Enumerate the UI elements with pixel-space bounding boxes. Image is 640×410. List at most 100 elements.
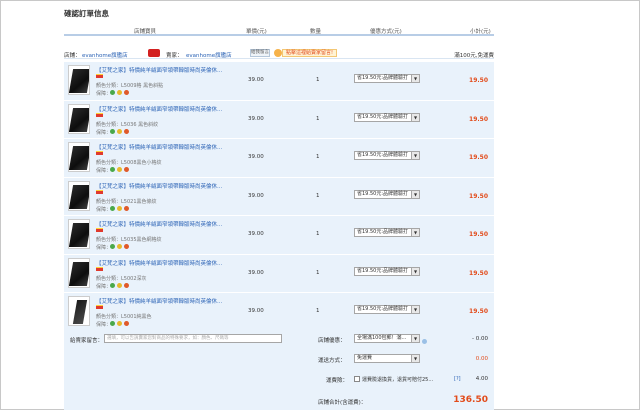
unit-price: 39.00 — [248, 115, 264, 122]
spec-text: 顏色分類：L5021黑色條紋 — [96, 198, 157, 205]
chevron-down-icon: ▼ — [411, 75, 419, 82]
promo-text[interactable]: 點擊這裡給賣家留言! — [282, 49, 338, 57]
help-link[interactable]: [?] — [454, 376, 461, 382]
shipping-select[interactable]: 省19.50元:品牌體驗打 ▼ — [354, 266, 420, 276]
guarantee-icon — [110, 244, 115, 249]
promo-bell-icon — [274, 49, 282, 57]
guarantee-icon — [110, 282, 115, 288]
guarantee-icon — [124, 167, 129, 172]
subtotal: 19.50 — [469, 269, 488, 277]
subtotal: 19.50 — [469, 308, 488, 315]
shop-badge-icon — [148, 49, 160, 57]
product-name-link[interactable]: 【艾梵之家】特價純羊絨面窄領帶韓版時尚英倫休... — [96, 182, 256, 190]
unit-price: 39.00 — [248, 231, 264, 237]
col-price: 單價(元) — [246, 29, 267, 35]
guarantee-label: 保障： — [96, 283, 112, 290]
shipping-select-value: 省19.50元:品牌體驗打 — [357, 229, 408, 235]
shipping-select[interactable]: 省19.50元:品牌體驗打 ▼ — [354, 112, 420, 122]
shipping-select-value: 省19.50元:品牌體驗打 — [357, 190, 408, 197]
guarantee-icon — [117, 321, 122, 326]
guarantee-label: 保障： — [96, 245, 112, 251]
product-name-link[interactable]: 【艾梵之家】特價純羊絨面窄領帶韓版時尚英倫休... — [96, 105, 256, 113]
shop-label: 店鋪： — [64, 53, 81, 59]
insurance-checkbox[interactable] — [354, 376, 360, 382]
spec-text: 顏色分類：L5008黑色小格紋 — [96, 159, 162, 166]
guarantee-label: 保障： — [96, 91, 112, 97]
spec-text: 顏色分類：L5002深灰 — [96, 275, 147, 282]
spec-label: 顏色分類： — [96, 121, 122, 128]
info-icon — [422, 339, 427, 344]
guarantee-icon — [110, 128, 115, 134]
free-shipping-note: 滿100元,免運費 — [454, 53, 494, 59]
guarantee-label: 保障： — [96, 129, 112, 136]
shipping-select[interactable]: 省19.50元:品牌體驗打 ▼ — [354, 151, 420, 160]
message-seller-button[interactable]: 給我留言 — [250, 49, 270, 57]
spec-label: 顏色分類： — [96, 275, 122, 282]
spec-label: 顏色分類： — [96, 198, 122, 205]
shop-name-link[interactable]: evanhome旗艦店 — [82, 51, 128, 59]
guarantee-icon — [117, 90, 122, 95]
guarantee-icon — [124, 282, 129, 288]
product-thumbnail[interactable] — [68, 142, 90, 172]
spec-text: 顏色分類：L5009格 黑色斜點 — [96, 82, 163, 89]
unit-price: 39.00 — [248, 192, 264, 199]
spec-text: 顏色分類：L5036 黑色斜紋 — [96, 121, 158, 128]
flag-icon — [96, 189, 103, 194]
spec-value: L5036 黑色斜紋 — [121, 121, 159, 128]
shipping-select[interactable]: 省19.50元:品牌體驗打 ▼ — [354, 74, 420, 83]
product-name-link[interactable]: 【艾梵之家】特價純羊絨面窄領帶韓版時尚英倫休... — [96, 143, 256, 151]
guarantee-icon — [110, 205, 115, 211]
spec-value: L5001純黑色 — [121, 314, 152, 320]
shop-discount-select[interactable]: 全場滿100包郵！滿... ▼ — [354, 334, 420, 343]
product-name-link[interactable]: 【艾梵之家】特價純羊絨面窄領帶韓版時尚英倫休... — [96, 259, 256, 267]
spec-value: L5021黑色條紋 — [121, 198, 157, 205]
guarantee-icon — [124, 128, 129, 134]
shipping-select[interactable]: 省19.50元:品牌體驗打 ▼ — [354, 228, 420, 237]
product-thumbnail[interactable] — [68, 296, 90, 326]
flag-icon — [96, 305, 103, 309]
shop-discount-label: 店鋪優惠： — [318, 338, 346, 344]
spec-value: L5009格 黑色斜點 — [121, 83, 164, 89]
product-name-link[interactable]: 【艾梵之家】特價純羊絨面窄領帶韓版時尚英倫休... — [96, 297, 256, 305]
product-name-link[interactable]: 【艾梵之家】特價純羊絨面窄領帶韓版時尚英倫休... — [96, 66, 256, 74]
shop-total-label: 店鋪合計(含運費)： — [318, 400, 367, 406]
shipping-select[interactable]: 省19.50元:品牌體驗打 ▼ — [354, 189, 420, 199]
guarantee-icon — [124, 321, 129, 326]
col-subtotal: 小計(元) — [470, 29, 491, 35]
shipping-method-select[interactable]: 免運費 ▼ — [354, 354, 420, 363]
product-thumbnail[interactable] — [68, 257, 90, 288]
table-row: 【艾梵之家】特價純羊絨面窄領帶韓版時尚英倫休... 顏色分類：L5009格 黑色… — [64, 62, 494, 101]
spec-value: L5002深灰 — [121, 275, 147, 282]
flag-icon — [96, 151, 103, 155]
quantity: 1 — [316, 77, 320, 83]
product-thumbnail[interactable] — [68, 180, 90, 211]
product-name-link[interactable]: 【艾梵之家】特價純羊絨面窄領帶韓版時尚英倫休... — [96, 220, 256, 228]
shipping-method-label: 運送方式： — [318, 358, 346, 364]
table-row: 【艾梵之家】特價純羊絨面窄領帶韓版時尚英倫休... 顏色分類：L5021黑色條紋… — [64, 177, 494, 216]
spec-label: 顏色分類： — [96, 237, 122, 243]
product-thumbnail[interactable] — [68, 219, 90, 249]
flag-icon — [96, 228, 103, 232]
shipping-select-value: 省19.50元:品牌體驗打 — [357, 267, 408, 274]
subtotal: 19.50 — [469, 115, 488, 123]
product-thumbnail[interactable] — [68, 65, 90, 95]
guarantee-icon — [117, 167, 122, 172]
chevron-down-icon: ▼ — [411, 152, 419, 159]
col-item: 店鋪寶貝 — [134, 29, 157, 35]
chevron-down-icon: ▼ — [411, 229, 419, 236]
quantity: 1 — [316, 192, 320, 199]
product-thumbnail[interactable] — [68, 103, 90, 134]
order-confirm-page: 確認訂單信息 店鋪寶貝 單價(元) 數量 優惠方式(元) 小計(元) 店鋪： e… — [64, 0, 494, 410]
message-input[interactable]: 選填，可以告訴賣家您對商品的特殊要求，如：顏色、尺碼等 — [104, 334, 282, 343]
unit-price: 39.00 — [248, 77, 264, 83]
guarantee-icon — [117, 205, 122, 211]
order-footer: 給賣家留言： 選填，可以告訴賣家您對商品的特殊要求，如：顏色、尺碼等 店鋪優惠：… — [64, 331, 494, 410]
shipping-select[interactable]: 省19.50元:品牌體驗打 ▼ — [354, 305, 420, 314]
spec-text: 顏色分類：L5035黑色網格紋 — [96, 236, 162, 243]
unit-price: 39.00 — [248, 308, 264, 314]
col-shipping: 優惠方式(元) — [370, 29, 402, 35]
chevron-down-icon: ▼ — [411, 113, 419, 121]
chevron-down-icon: ▼ — [411, 267, 419, 275]
guarantee-icon — [110, 90, 115, 95]
seller-name-link[interactable]: evanhome旗艦店 — [186, 51, 232, 59]
